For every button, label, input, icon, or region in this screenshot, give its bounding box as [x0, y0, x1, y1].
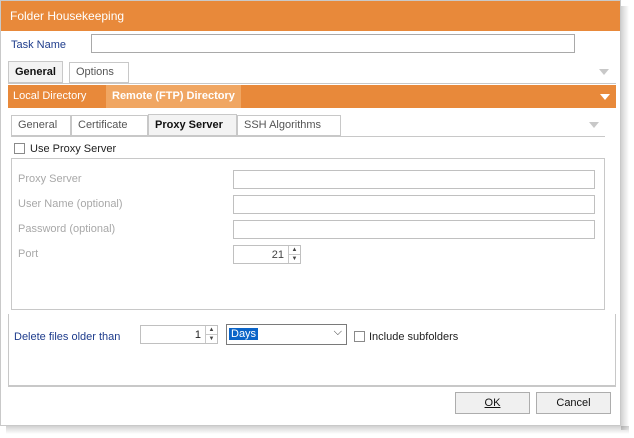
password-label: Password (optional)	[18, 223, 116, 235]
use-proxy-label: Use Proxy Server	[30, 143, 117, 155]
delete-age-value: 1	[194, 329, 201, 341]
subtab-certificate[interactable]: Certificate	[71, 115, 148, 136]
subtab-ssh-algorithms[interactable]: SSH Algorithms	[237, 115, 341, 136]
spin-up-icon[interactable]: ▲	[206, 326, 217, 335]
subtab-general[interactable]: General	[11, 115, 71, 136]
tab-local-directory[interactable]: Local Directory	[13, 85, 86, 108]
port-stepper[interactable]: 21 ▲ ▼	[233, 245, 301, 264]
delete-age-stepper[interactable]: 1 ▲ ▼	[140, 325, 218, 344]
spin-down-icon[interactable]: ▼	[289, 255, 300, 264]
delete-unit-select[interactable]: Days ⌵	[226, 324, 347, 345]
title-bar[interactable]: Folder Housekeeping	[1, 1, 620, 31]
ok-button[interactable]: OK	[455, 392, 530, 414]
directory-tabs-overflow-icon[interactable]	[600, 94, 610, 100]
tab-remote-ftp-directory-label: Remote (FTP) Directory	[112, 90, 235, 102]
folder-housekeeping-dialog: Folder Housekeeping Task Name General Op…	[0, 0, 621, 426]
port-value: 21	[271, 249, 284, 261]
footer-divider	[8, 386, 616, 387]
user-name-label: User Name (optional)	[18, 198, 123, 210]
include-subfolders-checkbox[interactable]	[354, 331, 365, 342]
tab-options-label: Options	[76, 66, 114, 78]
spin-down-icon[interactable]: ▼	[206, 335, 217, 344]
tab-general[interactable]: General	[8, 61, 63, 83]
cancel-button-label: Cancel	[556, 397, 591, 409]
tab-local-directory-label: Local Directory	[13, 90, 87, 102]
delete-unit-value: Days	[229, 328, 259, 340]
tab-options[interactable]: Options	[69, 62, 129, 83]
password-input[interactable]	[233, 220, 595, 239]
tab-remote-ftp-directory[interactable]: Remote (FTP) Directory	[106, 85, 241, 108]
task-name-label: Task Name	[11, 39, 67, 51]
directory-tab-bar: Local Directory Remote (FTP) Directory	[8, 85, 616, 108]
tab-general-label: General	[15, 66, 56, 78]
subtab-proxy-server-label: Proxy Server	[155, 119, 223, 131]
proxy-server-label: Proxy Server	[18, 173, 82, 185]
subtab-proxy-server[interactable]: Proxy Server	[148, 114, 237, 136]
use-proxy-checkbox[interactable]	[14, 143, 25, 154]
spin-up-icon[interactable]: ▲	[289, 246, 300, 255]
subtabs-overflow-icon[interactable]	[589, 122, 599, 128]
subtab-divider	[11, 136, 605, 137]
task-name-input[interactable]	[91, 34, 575, 53]
window-title: Folder Housekeeping	[10, 9, 125, 23]
include-subfolders-label: Include subfolders	[369, 331, 459, 343]
subtab-ssh-algorithms-label: SSH Algorithms	[244, 119, 322, 131]
tab-divider	[8, 83, 616, 84]
delete-files-label: Delete files older than	[14, 331, 121, 343]
tabs-overflow-icon[interactable]	[599, 69, 609, 75]
proxy-server-input[interactable]	[233, 170, 595, 189]
user-name-input[interactable]	[233, 195, 595, 214]
ok-button-label: OK	[484, 397, 501, 409]
cancel-button[interactable]: Cancel	[536, 392, 611, 414]
subtab-certificate-label: Certificate	[78, 119, 128, 131]
subtab-general-label: General	[18, 119, 58, 131]
port-label: Port	[18, 248, 39, 260]
chevron-down-icon[interactable]: ⌵	[334, 326, 342, 339]
